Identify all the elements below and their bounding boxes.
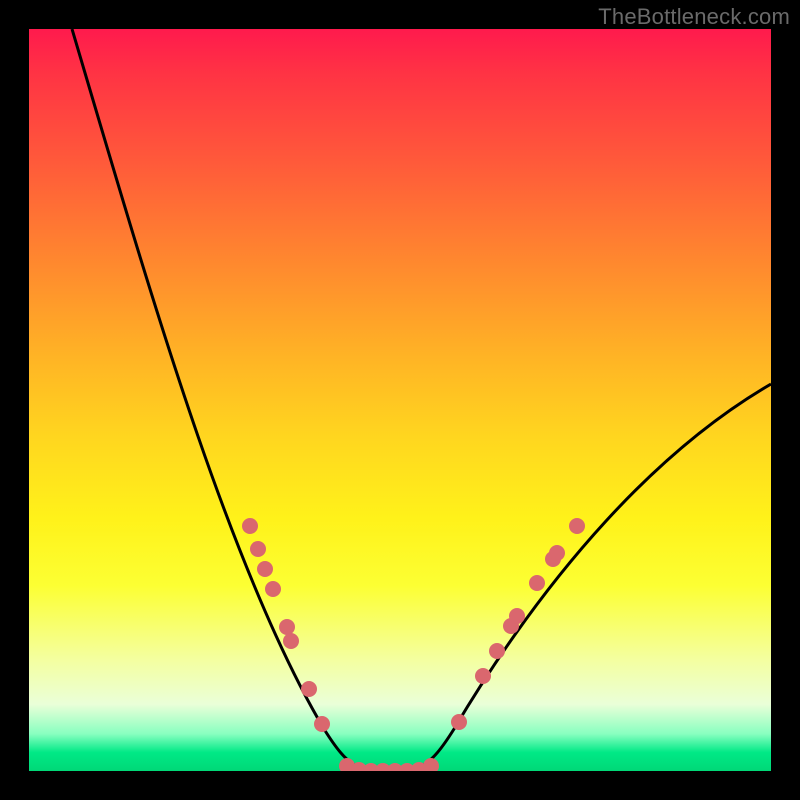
curve-marker bbox=[314, 716, 330, 732]
chart-plot-area bbox=[29, 29, 771, 771]
curve-marker bbox=[549, 545, 565, 561]
curve-marker bbox=[242, 518, 258, 534]
curve-marker bbox=[451, 714, 467, 730]
curve-marker bbox=[529, 575, 545, 591]
curve-marker bbox=[265, 581, 281, 597]
bottleneck-curve-line bbox=[72, 29, 771, 771]
curve-markers bbox=[242, 518, 585, 771]
chart-svg bbox=[29, 29, 771, 771]
curve-marker bbox=[489, 643, 505, 659]
curve-marker bbox=[569, 518, 585, 534]
curve-marker bbox=[250, 541, 266, 557]
curve-marker bbox=[279, 619, 295, 635]
curve-marker bbox=[423, 758, 439, 771]
curve-marker bbox=[301, 681, 317, 697]
curve-marker bbox=[475, 668, 491, 684]
curve-marker bbox=[283, 633, 299, 649]
curve-marker bbox=[257, 561, 273, 577]
watermark-text: TheBottleneck.com bbox=[598, 4, 790, 30]
curve-marker bbox=[509, 608, 525, 624]
